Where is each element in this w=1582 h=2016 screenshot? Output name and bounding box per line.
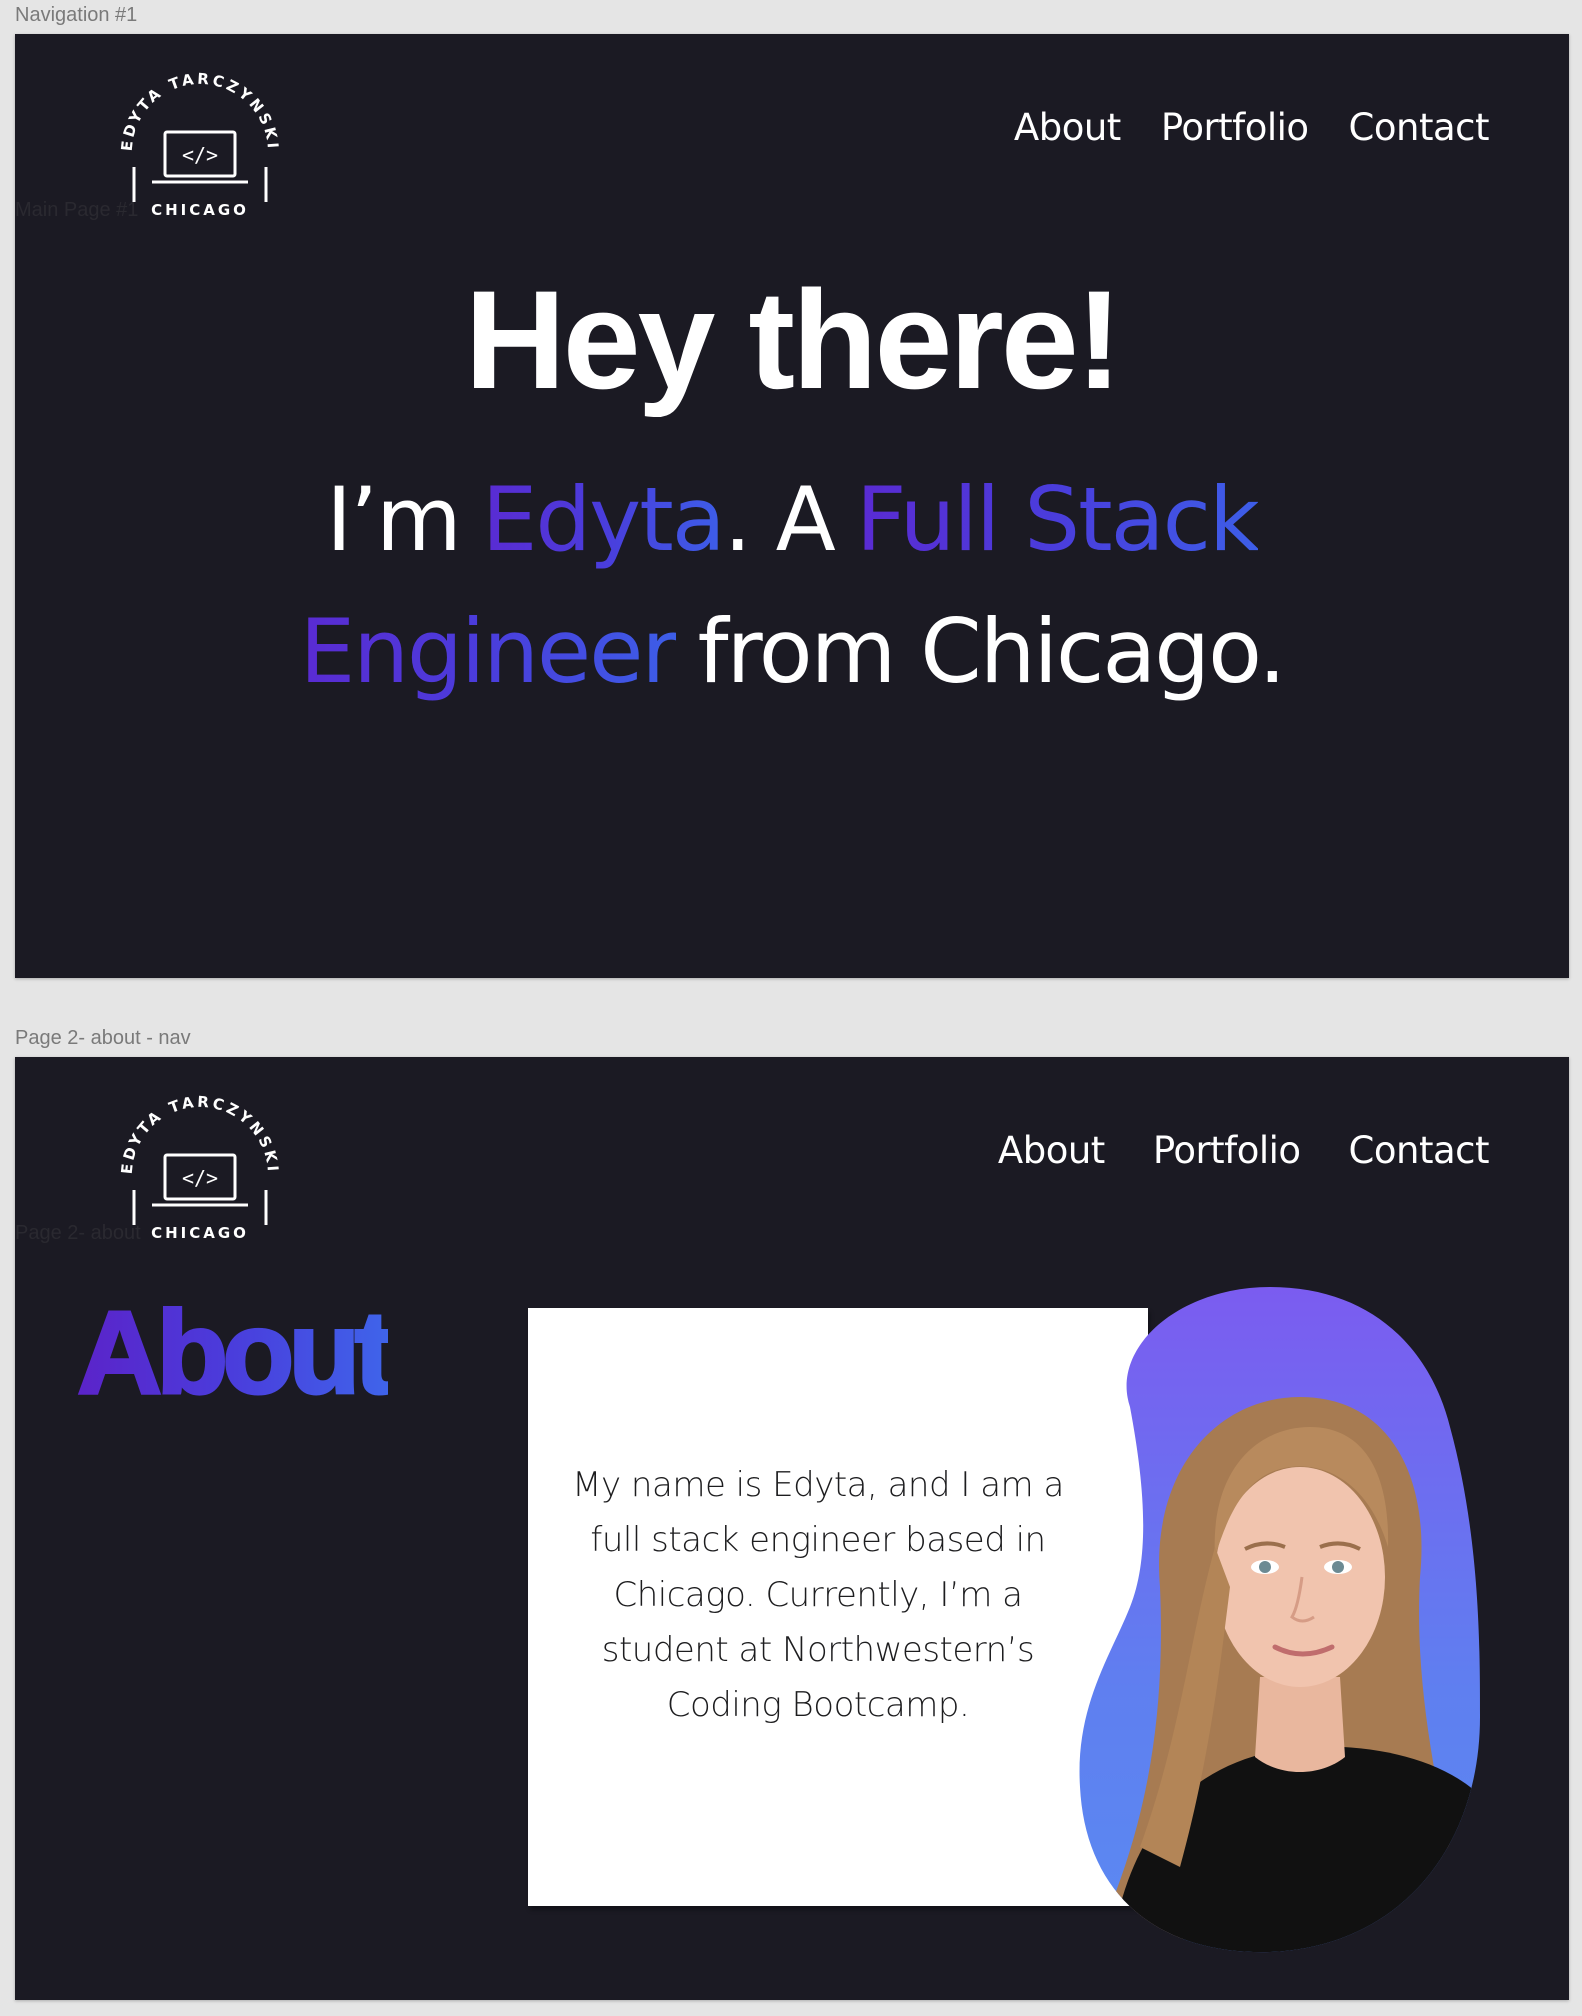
frame-inner-label: Page 2- about [15,1222,141,1244]
hero-role-1: Full Stack [855,468,1260,571]
profile-photo [1070,1287,1510,1957]
nav-portfolio-link[interactable]: Portfolio [1153,1129,1301,1172]
frame-inner-label: Main Page #1 [15,199,139,221]
about-page-frame: EDYTA TARCZYNSKI </> CHICAGO Page 2- abo… [15,1057,1569,2000]
about-heading: About [76,1286,396,1421]
nav-contact-link[interactable]: Contact [1349,106,1490,149]
about-bio: My name is Edyta, and I am a full stack … [572,1465,1064,1725]
hero-title: Hey there! [464,261,1123,418]
logo-badge-icon: EDYTA TARCZYNSKI </> CHICAGO [118,1093,282,1242]
nav-about-link[interactable]: About [1014,106,1121,149]
hero-from: from Chicago. [697,600,1287,703]
hero-im: I’m [326,468,462,571]
main-page-frame: EDYTA TARCZYNSKI </> CHICAGO Main Page #… [15,34,1569,978]
nav-contact-link[interactable]: Contact [1349,1129,1490,1172]
frame-label-about: Page 2- about - nav [15,1027,191,1049]
nav-portfolio-link[interactable]: Portfolio [1161,106,1309,149]
top-nav: About Portfolio Contact [1014,106,1490,149]
hero-subtitle: I’m Edyta. A Full Stack Engineer from Chica… [15,454,1569,718]
svg-text:EDYTA TARCZYNSKI: EDYTA TARCZYNSKI [118,70,282,152]
logo-badge-icon: EDYTA TARCZYNSKI </> CHICAGO [118,70,282,219]
hero-role-2: Engineer [299,600,678,703]
logo-code-text: </> [182,143,218,167]
logo-city-text: CHICAGO [151,1224,249,1242]
svg-text:EDYTA TARCZYNSKI: EDYTA TARCZYNSKI [118,1093,282,1175]
logo-code-text: </> [182,1166,218,1190]
about-card: My name is Edyta, and I am a full stack … [528,1308,1148,1906]
logo[interactable]: EDYTA TARCZYNSKI </> CHICAGO [110,52,290,222]
logo[interactable]: EDYTA TARCZYNSKI </> CHICAGO [110,1075,290,1245]
hero-period-a: . A [723,468,836,571]
logo-name-text: EDYTA TARCZYNSKI [118,70,279,152]
frame-label-navigation: Navigation #1 [15,4,138,26]
logo-name-text: EDYTA TARCZYNSKI [118,1093,279,1175]
hero-name: Edyta [481,468,726,571]
nav-about-link[interactable]: About [998,1129,1105,1172]
top-nav: About Portfolio Contact [998,1129,1490,1172]
logo-city-text: CHICAGO [151,201,249,219]
